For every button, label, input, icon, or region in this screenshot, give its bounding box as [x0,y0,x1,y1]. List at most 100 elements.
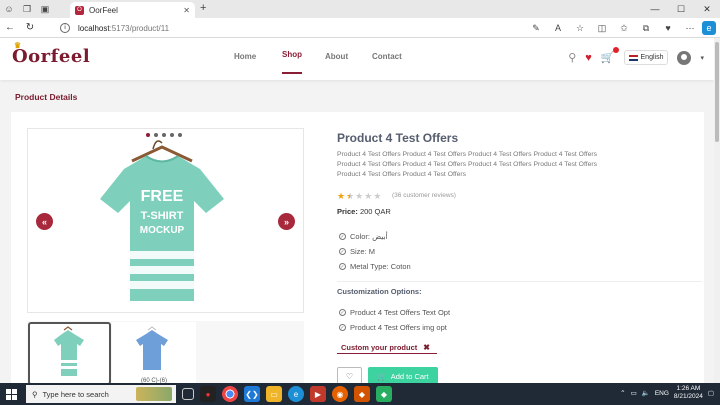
firefox-icon[interactable]: ◉ [332,386,348,402]
url-field[interactable]: i localhost:5173/product/11 [60,21,570,35]
carousel-dots [146,133,182,137]
chrome-icon[interactable] [222,386,238,402]
check-circle-icon: ✓ [339,309,346,316]
tray-up-icon[interactable]: ⌃ [620,389,625,397]
file-explorer-icon[interactable]: ▭ [266,386,282,402]
review-count[interactable]: (36 customer reviews) [392,192,456,199]
chevron-down-icon[interactable]: ▾ [700,54,704,62]
carousel-dot[interactable] [170,133,174,137]
thumbnail-green-tshirt [54,326,84,376]
tshirt-text-tshirt: T-SHIRT [141,210,184,222]
copilot-icon[interactable]: ♥ [658,21,678,35]
carousel-dot[interactable] [178,133,182,137]
nav-about[interactable]: About [325,52,348,61]
volume-icon[interactable]: 🔈 [642,389,650,397]
tab-actions-icon[interactable]: ▣ [36,0,54,18]
windows-start-button[interactable] [0,383,22,405]
taskbar-apps: ● ❮❯ ▭ e ▶ ◉ ◆ ◆ [182,386,392,402]
star-empty-icon: ★ [364,191,373,201]
collections-icon[interactable]: ⧉ [636,21,656,35]
customize-label: Custom your product [341,343,418,352]
url-path: :5173/product/11 [109,23,170,33]
app-media-icon[interactable]: ▶ [310,386,326,402]
maximize-icon[interactable]: ☐ [668,0,694,18]
address-toolbar: ← ↻ i localhost:5173/product/11 ✎ A ☆ ◫ … [0,18,720,38]
site-info-icon[interactable]: i [60,23,70,33]
new-tab-icon[interactable]: + [200,2,206,14]
price-value: 200 QAR [359,207,391,216]
nav-home[interactable]: Home [234,52,256,61]
read-aloud-icon[interactable]: ✎ [526,21,546,35]
cart-badge [612,47,619,53]
carousel-dot[interactable] [154,133,158,137]
search-icon: ⚲ [32,389,38,399]
taskbar-search[interactable]: ⚲ Type here to search [26,385,176,403]
edge-sidebar-icon[interactable]: e [702,21,716,35]
star-empty-icon: ★ [373,191,382,201]
custom-option-2-text: Product 4 Test Offers img opt [350,323,447,332]
windows-taskbar: ⚲ Type here to search ● ❮❯ ▭ e ▶ ◉ ◆ ◆ ⌃… [0,383,720,405]
user-avatar-icon[interactable] [677,50,692,65]
thumbnail-2[interactable] [112,322,196,385]
product-price: Price: 200 QAR [337,207,391,216]
text-size-icon[interactable]: A [548,21,568,35]
favorites-icon[interactable]: ✩ [614,21,634,35]
clock-time: 1:26 AM [676,385,701,392]
attr-metal-text: Metal Type: Coton [350,262,411,271]
customize-button[interactable]: Custom your product ✖ [337,342,437,354]
vscode-icon[interactable]: ❮❯ [244,386,260,402]
profile-icon[interactable]: ☺ [0,0,18,18]
site-logo[interactable]: ♛ Oorfeel [12,40,91,67]
notifications-icon[interactable]: ▢ [708,389,714,397]
system-tray: ⌃ ▭ 🔈 ENG 1:26 AM 8/21/2024 ▢ [620,385,714,401]
carousel-dot[interactable] [162,133,166,137]
add-to-cart-label: Add to Cart [390,371,429,381]
price-label: Price: [337,207,358,216]
app-green-icon[interactable]: ◆ [376,386,392,402]
cart-icon: 🛒 [377,371,387,381]
split-screen-icon[interactable]: ◫ [592,21,612,35]
clock[interactable]: 1:26 AM 8/21/2024 [674,385,703,401]
task-view-icon[interactable] [182,388,194,400]
favorite-star-icon[interactable]: ☆ [570,21,590,35]
logo-text: Oorfeel [12,46,91,67]
browser-tab-oorfeel[interactable]: O OorFeel ✕ [70,2,195,18]
thumbnail-1[interactable] [28,322,111,385]
attr-metal: ✓ Metal Type: Coton [339,262,411,271]
carousel-prev-button[interactable]: « [36,213,53,230]
tshirt-text-mockup: MOCKUP [140,225,185,236]
product-main-image[interactable]: FREE T-SHIRT MOCKUP [27,128,304,313]
tshirt-image: FREE T-SHIRT MOCKUP [100,140,224,301]
nav-shop[interactable]: Shop [282,50,302,74]
refresh-icon[interactable]: ↻ [20,22,40,33]
header-actions: ⚲ ♥ 🛒 English ▾ [568,47,704,65]
product-title: Product 4 Test Offers [337,131,459,145]
minimize-icon[interactable]: — [642,0,668,18]
carousel-next-button[interactable]: » [278,213,295,230]
nav-contact[interactable]: Contact [372,52,402,61]
app-orange-icon[interactable]: ◆ [354,386,370,402]
close-tab-icon[interactable]: ✕ [183,6,190,15]
wishlist-heart-icon[interactable]: ♥ [585,52,592,64]
workspaces-icon[interactable]: ❐ [18,0,36,18]
cart-icon[interactable]: 🛒 [601,47,619,64]
scrollbar-thumb[interactable] [715,42,719,142]
language-selector[interactable]: English [623,50,669,65]
search-icon[interactable]: ⚲ [568,51,576,64]
language-indicator[interactable]: ENG [655,390,669,397]
edge-icon[interactable]: e [288,386,304,402]
page-scrollbar[interactable] [714,38,720,383]
check-circle-icon: ✓ [339,233,346,240]
app-red-icon[interactable]: ● [200,386,216,402]
close-window-icon[interactable]: ✕ [694,0,720,18]
carousel-dot[interactable] [146,133,150,137]
site-favicon-icon: O [75,5,84,15]
attr-size: ✓ Size: M [339,247,375,256]
custom-option-1: ✓ Product 4 Test Offers Text Opt [339,308,450,317]
tab-title: OorFeel [89,5,118,15]
more-icon[interactable]: ⋯ [680,21,700,35]
customization-title: Customization Options: [337,287,422,296]
network-icon[interactable]: ▭ [631,389,637,397]
tshirt-text-free: FREE [141,188,184,205]
back-icon[interactable]: ← [0,22,20,33]
